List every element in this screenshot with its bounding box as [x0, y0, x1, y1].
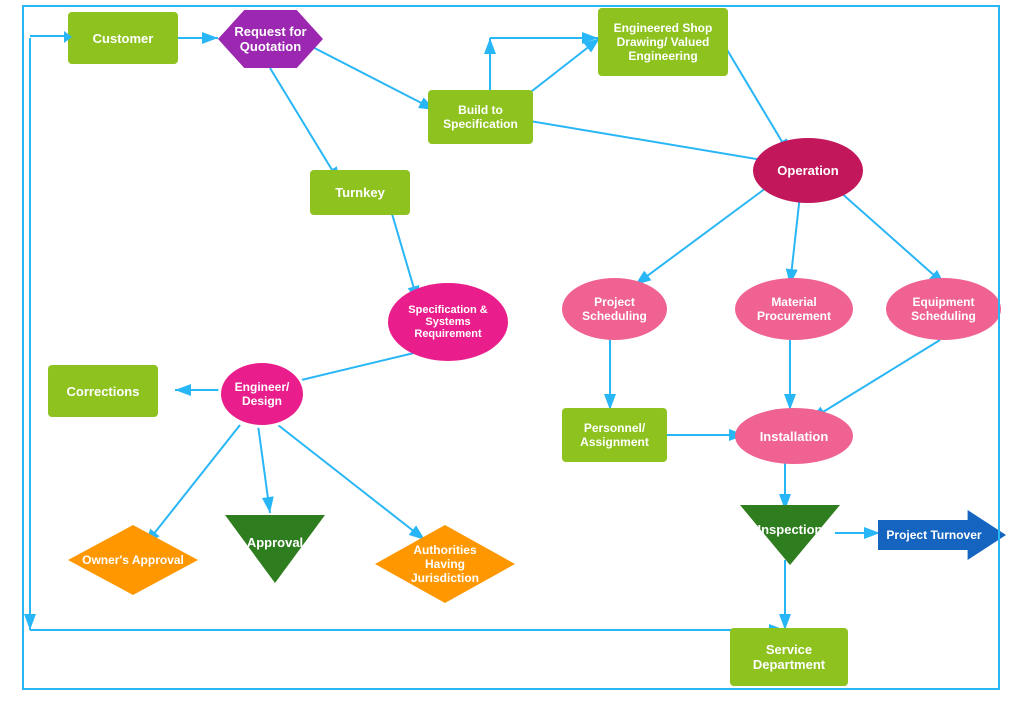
corrections-node: Corrections [48, 365, 158, 417]
engineered-shop-node: Engineered Shop Drawing/ Valued Engineer… [598, 8, 728, 76]
approval-node: Approval [225, 515, 325, 583]
flowchart-diagram: Customer Request for Quotation Engineere… [0, 0, 1012, 701]
turnkey-label: Turnkey [335, 185, 385, 200]
corrections-label: Corrections [67, 384, 140, 399]
material-procurement-node: Material Procurement [735, 278, 853, 340]
authorities-node: Authorities Having Jurisdiction [375, 525, 515, 603]
project-turnover-node: Project Turnover [878, 510, 1006, 560]
service-department-label: Service Department [753, 642, 825, 672]
engineer-design-label: Engineer/ Design [235, 380, 290, 408]
inspection-label: Inspection [757, 522, 822, 537]
personnel-assignment-label: Personnel/ Assignment [580, 421, 649, 449]
left-entry-arrowhead [64, 31, 72, 43]
operation-label: Operation [777, 163, 838, 178]
owners-approval-node: Owner's Approval [68, 525, 198, 595]
material-procurement-label: Material Procurement [757, 295, 831, 323]
equipment-scheduling-label: Equipment Scheduling [911, 295, 976, 323]
authorities-label: Authorities Having Jurisdiction [411, 543, 479, 585]
personnel-assignment-node: Personnel/ Assignment [562, 408, 667, 462]
request-quotation-label: Request for Quotation [234, 24, 306, 54]
equipment-scheduling-node: Equipment Scheduling [886, 278, 1001, 340]
spec-systems-label: Specification & Systems Requirement [408, 304, 487, 340]
operation-node: Operation [753, 138, 863, 203]
project-scheduling-node: Project Scheduling [562, 278, 667, 340]
engineer-design-node: Engineer/ Design [218, 360, 306, 428]
customer-node: Customer [68, 12, 178, 64]
project-turnover-label: Project Turnover [886, 528, 997, 542]
build-spec-node: Build to Specification [428, 90, 533, 144]
approval-label: Approval [247, 535, 303, 550]
turnkey-node: Turnkey [310, 170, 410, 215]
left-entry-arrow [30, 35, 68, 37]
project-scheduling-label: Project Scheduling [582, 295, 647, 323]
service-department-node: Service Department [730, 628, 848, 686]
inspection-node: Inspection [740, 505, 840, 565]
installation-label: Installation [760, 429, 829, 444]
customer-label: Customer [93, 31, 154, 46]
spec-systems-node: Specification & Systems Requirement [388, 283, 508, 361]
owners-approval-label: Owner's Approval [82, 553, 184, 567]
request-quotation-node: Request for Quotation [218, 10, 323, 68]
build-spec-label: Build to Specification [443, 103, 518, 131]
installation-node: Installation [735, 408, 853, 464]
engineered-shop-label: Engineered Shop Drawing/ Valued Engineer… [614, 21, 713, 63]
